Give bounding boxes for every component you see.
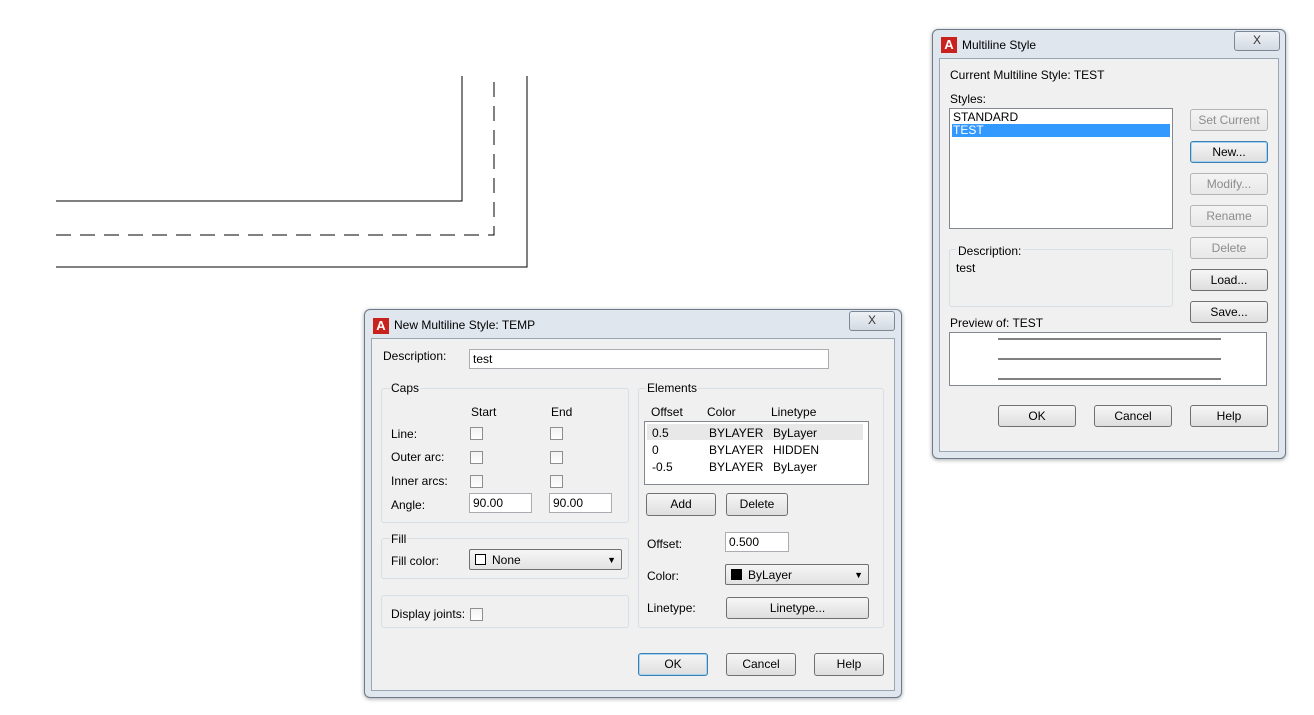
table-row[interactable]: 0.5 BYLAYER ByLayer [647, 424, 863, 440]
drawing-canvas[interactable] [0, 0, 600, 290]
close-button[interactable]: X [849, 311, 895, 331]
new-style-button[interactable]: New... [1190, 141, 1268, 163]
caps-angle-label: Angle: [391, 498, 426, 512]
close-icon: X [867, 313, 876, 327]
delete-element-button[interactable]: Delete [726, 493, 788, 516]
help-button[interactable]: Help [814, 653, 884, 676]
fill-color-swatch [475, 554, 486, 565]
fill-group-label: Fill [390, 532, 408, 546]
row-color: BYLAYER [709, 460, 764, 474]
caps-outer-arc-label: Outer arc: [391, 450, 445, 464]
caps-start-header: Start [471, 405, 497, 419]
multiline-inner-line [56, 76, 528, 268]
row-offset: -0.5 [652, 460, 673, 474]
fill-color-dropdown[interactable]: None ▼ [469, 549, 622, 570]
dialog-body: Current Multiline Style: TEST Styles: ST… [939, 58, 1279, 452]
angle-end-input[interactable]: 90.00 [549, 493, 612, 513]
new-multiline-style-dialog: A New Multiline Style: TEMP X Descriptio… [364, 309, 902, 698]
title-bar[interactable]: A New Multiline Style: TEMP X [365, 310, 901, 338]
row-offset: 0 [652, 443, 659, 457]
element-color-value: ByLayer [748, 568, 793, 582]
modify-button[interactable]: Modify... [1190, 173, 1268, 195]
dialog-title: New Multiline Style: TEMP [394, 318, 536, 332]
save-button[interactable]: Save... [1190, 301, 1268, 323]
autocad-logo-icon: A [941, 37, 957, 53]
display-joints-checkbox[interactable] [470, 608, 483, 621]
current-style-text: Current Multiline Style: TEST [950, 68, 1105, 82]
fill-color-label: Fill color: [391, 554, 440, 568]
table-row[interactable]: 0 BYLAYER HIDDEN [647, 441, 863, 457]
multiline-center-dashed-line [56, 76, 495, 236]
description-label: Description: [956, 244, 1024, 258]
description-input[interactable]: test [469, 349, 829, 369]
row-linetype: ByLayer [773, 426, 818, 440]
row-color: BYLAYER [709, 443, 764, 457]
row-offset: 0.5 [652, 426, 669, 440]
cancel-button[interactable]: Cancel [726, 653, 796, 676]
preview-lines [998, 338, 1221, 380]
row-linetype: HIDDEN [773, 443, 820, 457]
caps-group-label: Caps [390, 381, 421, 395]
table-row[interactable]: -0.5 BYLAYER ByLayer [647, 458, 863, 474]
outer-arc-start-checkbox[interactable] [470, 451, 483, 464]
description-value: test [956, 261, 976, 275]
line-end-checkbox[interactable] [550, 427, 563, 440]
angle-start-input[interactable]: 90.00 [469, 493, 532, 513]
help-button[interactable]: Help [1190, 405, 1268, 427]
line-start-checkbox[interactable] [470, 427, 483, 440]
row-linetype: ByLayer [773, 460, 818, 474]
elements-linetype-header: Linetype [771, 405, 817, 419]
preview-box [949, 332, 1267, 386]
list-item[interactable]: TEST [952, 124, 1170, 137]
styles-list[interactable]: STANDARD TEST [949, 108, 1173, 229]
outer-arc-end-checkbox[interactable] [550, 451, 563, 464]
caps-line-label: Line: [391, 427, 418, 441]
multiline-outer-line [56, 76, 463, 202]
element-color-label: Color: [647, 569, 680, 583]
dialog-body: Description: test Caps Start End Line: O… [371, 338, 895, 691]
fill-color-value: None [492, 553, 521, 567]
elements-offset-header: Offset [651, 405, 683, 419]
list-item[interactable]: STANDARD [952, 111, 1170, 124]
set-current-button[interactable]: Set Current [1190, 109, 1268, 131]
multiline-style-dialog: A Multiline Style X Current Multiline St… [932, 29, 1286, 459]
elements-color-header: Color [707, 405, 736, 419]
element-color-swatch [731, 569, 742, 580]
elements-group-label: Elements [646, 381, 699, 395]
inner-arcs-end-checkbox[interactable] [550, 475, 563, 488]
chevron-down-icon: ▼ [607, 555, 616, 565]
element-offset-label: Offset: [647, 537, 683, 551]
cancel-button[interactable]: Cancel [1094, 405, 1172, 427]
row-color: BYLAYER [709, 426, 764, 440]
elements-list[interactable]: 0.5 BYLAYER ByLayer 0 BYLAYER HIDDEN -0.… [644, 421, 869, 485]
styles-label: Styles: [950, 92, 987, 106]
close-button[interactable]: X [1234, 31, 1280, 51]
ok-button[interactable]: OK [638, 653, 708, 676]
inner-arcs-start-checkbox[interactable] [470, 475, 483, 488]
load-button[interactable]: Load... [1190, 269, 1268, 291]
caps-inner-arcs-label: Inner arcs: [391, 474, 448, 488]
ok-button[interactable]: OK [998, 405, 1076, 427]
element-linetype-label: Linetype: [647, 601, 696, 615]
element-color-dropdown[interactable]: ByLayer ▼ [725, 564, 869, 585]
display-joints-label: Display joints: [391, 607, 466, 621]
linetype-button[interactable]: Linetype... [726, 597, 869, 619]
preview-label: Preview of: TEST [950, 316, 1044, 330]
add-element-button[interactable]: Add [646, 493, 716, 516]
dialog-title: Multiline Style [962, 38, 1037, 52]
chevron-down-icon: ▼ [854, 570, 863, 580]
rename-button[interactable]: Rename [1190, 205, 1268, 227]
autocad-logo-icon: A [373, 318, 389, 334]
close-icon: X [1252, 33, 1261, 47]
description-label: Description: [383, 349, 447, 363]
element-offset-input[interactable]: 0.500 [725, 532, 789, 552]
title-bar[interactable]: A Multiline Style X [933, 30, 1285, 58]
delete-button[interactable]: Delete [1190, 237, 1268, 259]
caps-end-header: End [551, 405, 573, 419]
